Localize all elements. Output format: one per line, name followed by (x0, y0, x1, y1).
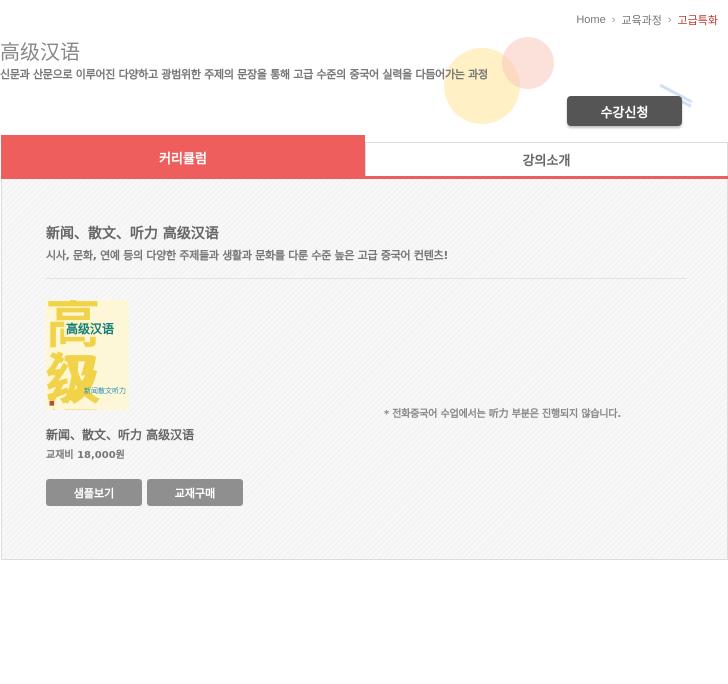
book-name: 新闻、散文、听力 高级汉语 (46, 428, 195, 442)
tab-bar: 커리큘럼 강의소개 (1, 135, 728, 179)
buy-book-button[interactable]: 교재구매 (147, 479, 243, 506)
chevron-right-icon: › (667, 14, 672, 26)
book-cover-image: 高级 汉语 高级汉语 新闻散文听力 ■ (46, 300, 129, 410)
cover-large-text: 汉语 (46, 348, 100, 411)
tab-curriculum[interactable]: 커리큘럼 (1, 135, 365, 179)
breadcrumb: Home › 교육과정 › 고급특화 (576, 12, 718, 28)
decorative-circle (502, 37, 554, 89)
page-title: 高级汉语 (0, 40, 80, 64)
page-description: 신문과 산문으로 이루어진 다양하고 광범위한 주제의 문장을 통해 고급 수준… (0, 68, 488, 81)
divider (46, 278, 686, 279)
breadcrumb-current: 고급특화 (677, 15, 718, 27)
enroll-button[interactable]: 수강신청 (567, 96, 682, 126)
course-title: 新闻、散文、听力 高级汉语 (46, 226, 219, 242)
curriculum-panel: 新闻、散文、听力 高级汉语 시사, 문화, 연예 등의 다양한 주제들과 생활과… (1, 179, 728, 560)
cover-title: 高级汉语 (64, 320, 117, 337)
book-price: 교재비 18,000원 (46, 450, 125, 461)
breadcrumb-level1[interactable]: 교육과정 (621, 12, 661, 28)
cover-subtitle: 新闻散文听力 (84, 387, 126, 395)
chevron-right-icon: › (611, 14, 616, 26)
tab-course-intro[interactable]: 강의소개 (365, 142, 728, 176)
sample-view-button[interactable]: 샘플보기 (46, 479, 142, 506)
breadcrumb-home[interactable]: Home (576, 14, 605, 26)
publisher-logo: ■ (49, 400, 55, 407)
listening-note: * 전화중국어 수업에서는 听力 부분은 진행되지 않습니다. (384, 409, 621, 420)
course-subtitle: 시사, 문화, 연예 등의 다양한 주제들과 생활과 문화를 다룬 수준 높은 … (46, 249, 449, 262)
